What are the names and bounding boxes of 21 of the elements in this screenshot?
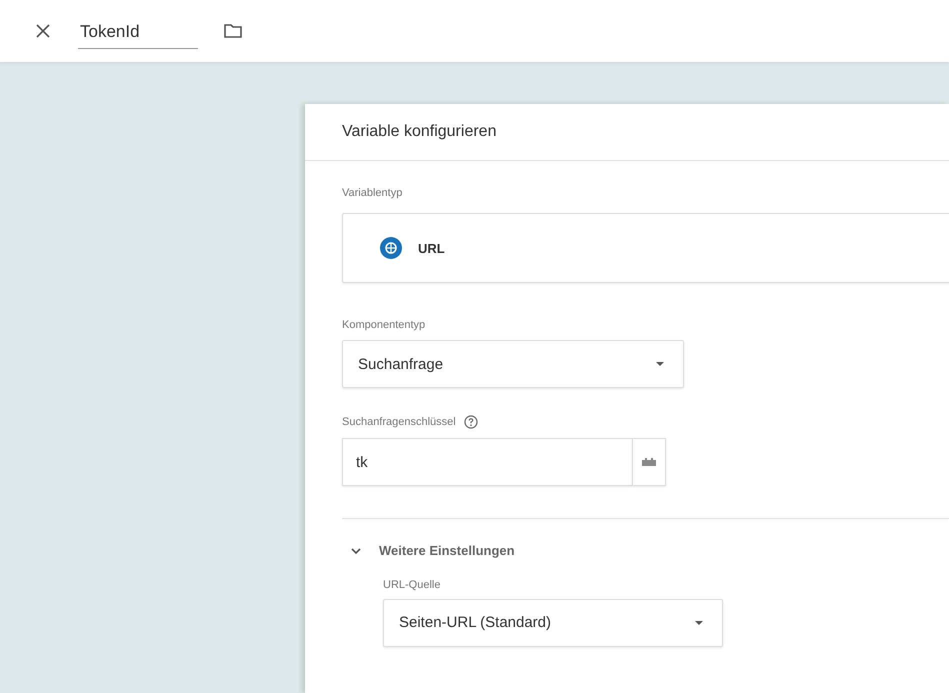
card-title: Variable konfigurieren (342, 123, 496, 141)
chevron-icon (351, 546, 361, 556)
url-source-dropdown[interactable]: Seiten-URL (Standard) (383, 598, 723, 646)
close-icon[interactable] (36, 24, 50, 38)
component-type-dropdown[interactable]: Suchanfrage (342, 340, 684, 388)
title-field[interactable]: TokenId (78, 18, 198, 48)
field-label: Suchanfragenschlüssel (342, 416, 456, 428)
caret-icon (655, 361, 665, 367)
variable-picker-button[interactable] (632, 438, 666, 486)
field-label: URL-Quelle (383, 578, 442, 590)
field-label: Komponententyp (342, 319, 426, 331)
folder-icon[interactable] (224, 24, 242, 38)
query-key-field[interactable]: tk (342, 438, 632, 486)
more-settings-toggle[interactable]: Weitere Einstellungen (342, 543, 515, 558)
globe-icon (380, 237, 402, 259)
brick-icon (641, 457, 657, 467)
field-label: Variablentyp (342, 187, 404, 199)
help-icon[interactable] (464, 415, 478, 429)
variable-type-box[interactable]: URL (342, 213, 949, 283)
variable-type-name: URL (418, 240, 445, 256)
caret-icon (694, 620, 704, 626)
